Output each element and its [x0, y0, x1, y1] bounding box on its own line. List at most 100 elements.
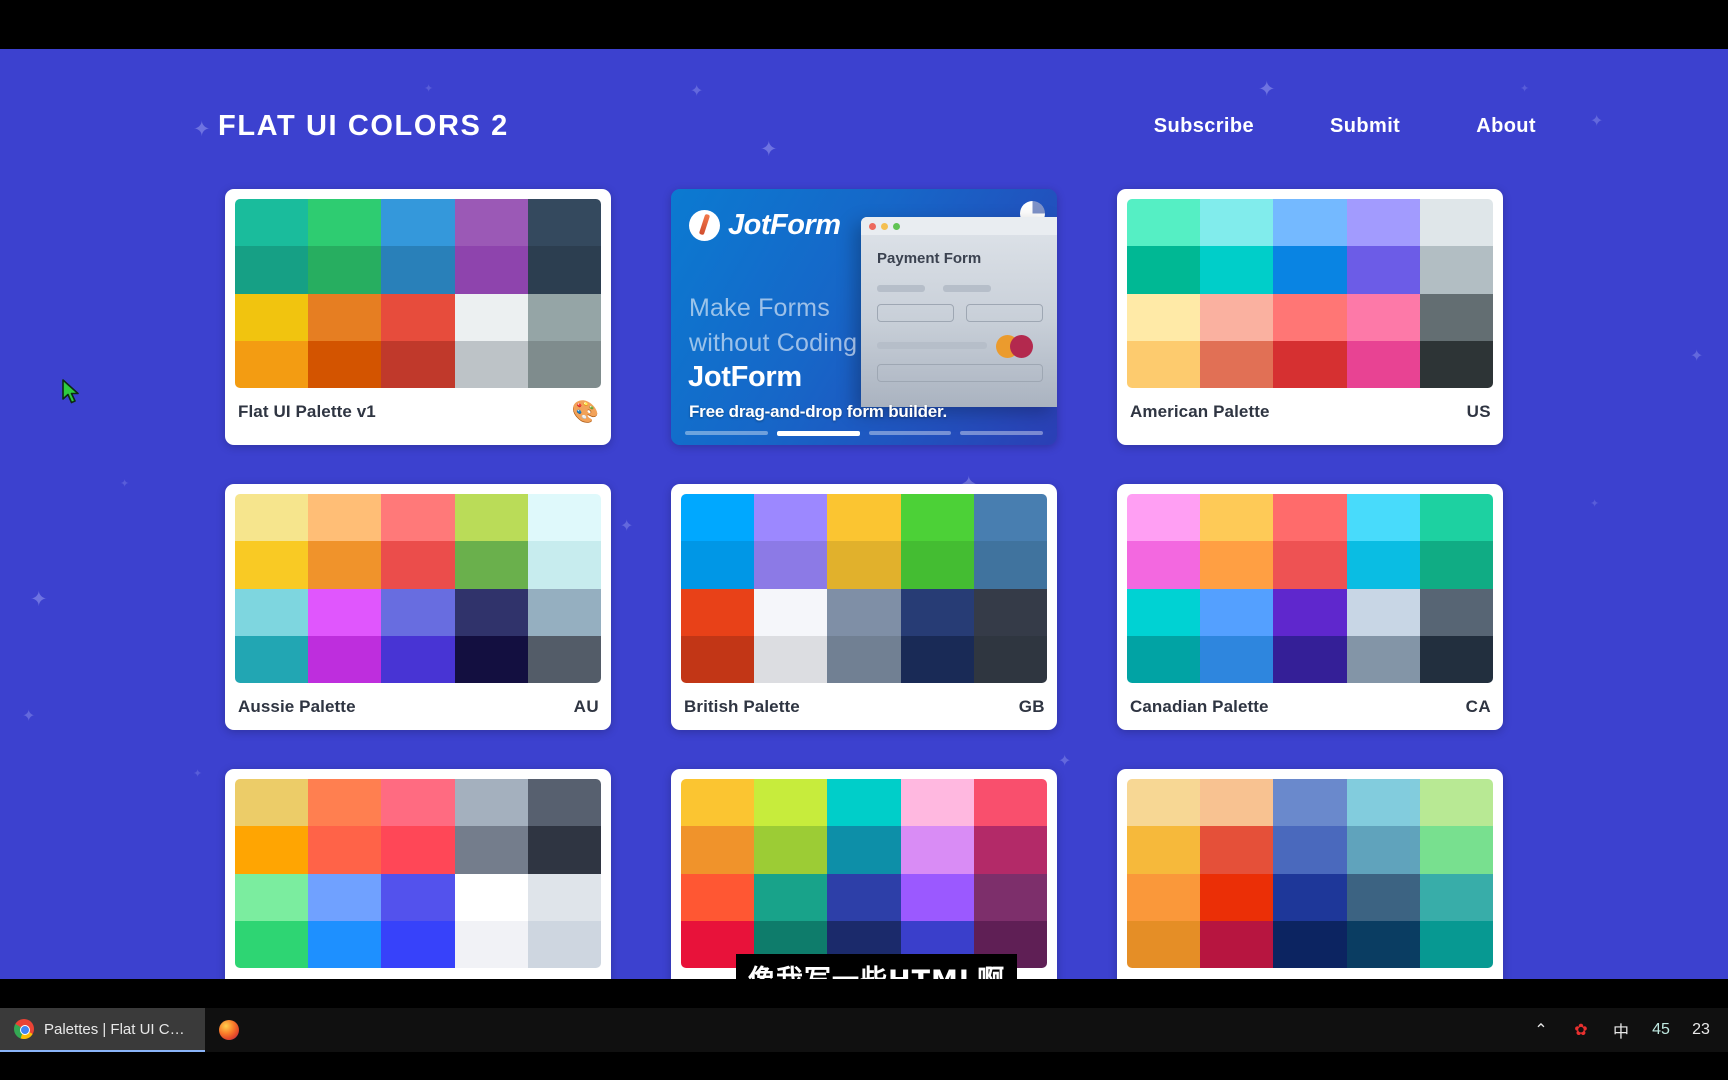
palette-swatch[interactable] [1200, 199, 1274, 247]
palette-swatch[interactable] [900, 588, 974, 636]
palette-swatch[interactable] [235, 541, 309, 589]
palette-swatch[interactable] [527, 588, 601, 636]
palette-swatch[interactable] [235, 494, 309, 542]
palette-swatch[interactable] [381, 826, 455, 874]
palette-swatch[interactable] [1419, 588, 1493, 636]
palette-swatch[interactable] [527, 779, 601, 827]
palette-swatch[interactable] [308, 293, 382, 341]
palette-swatch[interactable] [1273, 920, 1347, 968]
palette-swatch[interactable] [827, 873, 901, 921]
palette-swatch[interactable] [1200, 873, 1274, 921]
palette-swatch[interactable] [900, 494, 974, 542]
palette-swatch[interactable] [308, 635, 382, 683]
palette-swatch[interactable] [235, 920, 309, 968]
palette-swatch[interactable] [454, 246, 528, 294]
palette-card[interactable] [1117, 769, 1503, 979]
palette-swatch[interactable] [754, 779, 828, 827]
palette-swatch[interactable] [1346, 635, 1420, 683]
palette-swatch[interactable] [827, 826, 901, 874]
palette-swatch[interactable] [454, 779, 528, 827]
palette-swatch[interactable] [1127, 779, 1201, 827]
palette-swatch[interactable] [381, 340, 455, 388]
palette-swatch[interactable] [1419, 779, 1493, 827]
palette-swatch[interactable] [1127, 920, 1201, 968]
palette-swatch[interactable] [235, 340, 309, 388]
palette-swatch[interactable] [1200, 494, 1274, 542]
palette-swatch[interactable] [1273, 494, 1347, 542]
palette-swatch[interactable] [754, 826, 828, 874]
palette-swatch[interactable] [527, 873, 601, 921]
palette-swatch[interactable] [1273, 199, 1347, 247]
palette-swatch[interactable] [527, 541, 601, 589]
palette-swatch[interactable] [454, 494, 528, 542]
palette-swatch[interactable] [1127, 246, 1201, 294]
palette-swatch[interactable] [681, 779, 755, 827]
palette-swatch[interactable] [235, 826, 309, 874]
palette-swatch[interactable] [454, 826, 528, 874]
palette-swatch[interactable] [381, 199, 455, 247]
palette-swatch[interactable] [973, 826, 1047, 874]
palette-swatch[interactable] [381, 920, 455, 968]
palette-swatch[interactable] [308, 494, 382, 542]
palette-swatch[interactable] [973, 635, 1047, 683]
palette-swatch[interactable] [1273, 873, 1347, 921]
palette-swatch[interactable] [1127, 588, 1201, 636]
palette-swatch[interactable] [681, 873, 755, 921]
palette-swatch[interactable] [1127, 293, 1201, 341]
nav-link-subscribe[interactable]: Subscribe [1154, 115, 1254, 138]
palette-card[interactable]: Canadian Palette CA [1117, 484, 1503, 730]
palette-swatch[interactable] [454, 541, 528, 589]
palette-swatch[interactable] [235, 588, 309, 636]
palette-swatch[interactable] [1419, 340, 1493, 388]
palette-swatch[interactable] [381, 873, 455, 921]
palette-swatch[interactable] [1346, 541, 1420, 589]
nav-link-about[interactable]: About [1476, 115, 1536, 138]
palette-swatch[interactable] [454, 340, 528, 388]
palette-swatch[interactable] [900, 826, 974, 874]
palette-swatch[interactable] [681, 588, 755, 636]
palette-swatch[interactable] [1200, 541, 1274, 589]
palette-swatch[interactable] [235, 873, 309, 921]
palette-swatch[interactable] [681, 826, 755, 874]
palette-swatch[interactable] [308, 920, 382, 968]
palette-swatch[interactable] [527, 246, 601, 294]
palette-swatch[interactable] [1200, 588, 1274, 636]
palette-swatch[interactable] [527, 826, 601, 874]
ad-pager-bar[interactable] [685, 431, 768, 435]
palette-swatch[interactable] [827, 541, 901, 589]
palette-swatch[interactable] [235, 635, 309, 683]
palette-swatch[interactable] [1273, 588, 1347, 636]
palette-swatch[interactable] [827, 588, 901, 636]
palette-swatch[interactable] [308, 826, 382, 874]
palette-swatch[interactable] [1419, 494, 1493, 542]
palette-swatch[interactable] [527, 494, 601, 542]
palette-swatch[interactable] [1273, 635, 1347, 683]
palette-swatch[interactable] [1273, 779, 1347, 827]
palette-swatch[interactable] [900, 541, 974, 589]
palette-swatch[interactable] [1419, 541, 1493, 589]
palette-swatch[interactable] [454, 293, 528, 341]
palette-swatch[interactable] [973, 873, 1047, 921]
palette-card[interactable] [671, 769, 1057, 979]
palette-swatch[interactable] [381, 588, 455, 636]
ad-pager-bar[interactable] [776, 431, 860, 436]
palette-card[interactable]: Aussie Palette AU [225, 484, 611, 730]
palette-swatch[interactable] [1200, 635, 1274, 683]
palette-swatch[interactable] [308, 588, 382, 636]
palette-swatch[interactable] [1346, 873, 1420, 921]
palette-swatch[interactable] [1200, 826, 1274, 874]
palette-swatch[interactable] [527, 635, 601, 683]
palette-swatch[interactable] [681, 494, 755, 542]
palette-swatch[interactable] [381, 635, 455, 683]
palette-swatch[interactable] [235, 199, 309, 247]
palette-swatch[interactable] [1127, 873, 1201, 921]
palette-swatch[interactable] [235, 246, 309, 294]
palette-swatch[interactable] [1127, 541, 1201, 589]
palette-swatch[interactable] [454, 588, 528, 636]
palette-swatch[interactable] [527, 920, 601, 968]
palette-swatch[interactable] [1273, 246, 1347, 294]
palette-swatch[interactable] [681, 541, 755, 589]
palette-swatch[interactable] [754, 494, 828, 542]
palette-card[interactable]: Flat UI Palette v1 🎨 [225, 189, 611, 445]
palette-swatch[interactable] [754, 873, 828, 921]
